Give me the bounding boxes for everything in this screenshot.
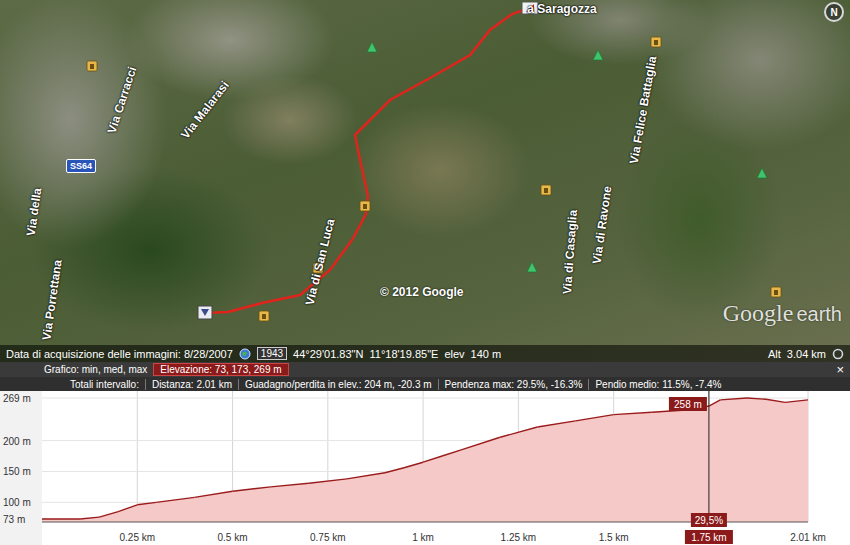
place-marker-icon[interactable]	[651, 37, 661, 47]
map-overlay	[0, 0, 850, 362]
longitude: 11°18'19.85"E	[369, 348, 438, 360]
chart-label: Grafico: min, med, max	[44, 364, 147, 375]
park-tree-icon[interactable]	[593, 50, 603, 60]
x-tick-label: 1.25 km	[501, 532, 537, 543]
elevation-segment[interactable]	[785, 400, 808, 402]
altitude-value: 3.04 km	[787, 348, 826, 360]
stat-value: Pendenza max: 29.5%, -16.3%	[438, 379, 589, 390]
elevation-segment[interactable]	[42, 518, 80, 519]
elevation-segment[interactable]	[404, 462, 423, 468]
elevation-summary[interactable]: Elevazione: 73, 173, 269 m	[153, 363, 288, 376]
marker-line[interactable]	[708, 391, 709, 522]
y-tick-label: 269 m	[3, 393, 31, 404]
x-tick-label: 2.01 km	[790, 532, 826, 543]
elevation-value: 140 m	[471, 348, 502, 360]
elevation-segment[interactable]	[614, 412, 652, 414]
elevation-area	[42, 398, 808, 522]
google-earth-logo: Googleearth	[723, 300, 842, 327]
compass[interactable]: N	[824, 2, 844, 22]
park-tree-icon[interactable]	[757, 168, 767, 178]
x-gridline	[708, 391, 709, 522]
profile-totals: Totali intervallo: Distanza: 2.01 kmGuada…	[0, 377, 850, 391]
elevation-profile-panel: Grafico: min, med, max Elevazione: 73, 17…	[0, 362, 850, 545]
elevation-segment[interactable]	[385, 468, 404, 473]
y-tick-label: 100 m	[3, 497, 31, 508]
svg-text:1.5 km: 1.5 km	[599, 532, 629, 543]
elevation-chart[interactable]: 269 m 200 m 150 m 100 m 73 m 258 m 29,5% 0.25 k…	[0, 391, 850, 545]
x-tick-label: 1.5 km	[599, 532, 629, 543]
svg-text:258 m: 258 m	[674, 399, 702, 410]
marker-slope-badge: 29,5%	[691, 513, 727, 527]
elevation-segment[interactable]	[156, 497, 194, 502]
elevation-segment[interactable]	[233, 487, 271, 491]
totals-label: Totali intervallo:	[70, 379, 139, 390]
elevation-segment[interactable]	[194, 491, 232, 497]
elevation-segment[interactable]	[271, 483, 309, 487]
profile-header: Grafico: min, med, max Elevazione: 73, 17…	[0, 362, 850, 377]
historical-imagery-year[interactable]: 1943	[257, 347, 287, 360]
elevation-segment[interactable]	[309, 479, 347, 483]
svg-text:1.25 km: 1.25 km	[501, 532, 537, 543]
place-marker-icon[interactable]	[541, 185, 551, 195]
park-tree-icon[interactable]	[367, 42, 377, 52]
place-marker-icon[interactable]	[87, 61, 97, 71]
x-tick-label: 1.75 km	[685, 530, 733, 544]
svg-text:2.01 km: 2.01 km	[790, 532, 826, 543]
latitude: 44°29'01.83"N	[293, 348, 363, 360]
svg-text:0.25 km: 0.25 km	[119, 532, 155, 543]
elevation-segment[interactable]	[576, 415, 614, 421]
place-marker-icon[interactable]	[259, 311, 269, 321]
svg-text:0.75 km: 0.75 km	[310, 532, 346, 543]
elevation-segment[interactable]	[118, 505, 137, 512]
stat-value: Guadagno/perdita in elev.: 204 m, -20.3 …	[238, 379, 438, 390]
stat-value: Pendio medio: 11.5%, -7.4%	[588, 379, 727, 390]
globe-icon[interactable]	[239, 348, 251, 360]
elevation-segment[interactable]	[347, 473, 385, 479]
svg-text:1 km: 1 km	[412, 532, 434, 543]
satellite-map[interactable]: Via dellaVia PorrettanaVia CarracciVia M…	[0, 0, 850, 362]
streaming-ring-icon	[832, 348, 844, 360]
elevation-segment[interactable]	[423, 456, 442, 462]
stat-value: Distanza: 2.01 km	[145, 379, 238, 390]
elevation-segment[interactable]	[442, 450, 461, 456]
place-marker-icon[interactable]	[360, 201, 370, 211]
copyright-label: © 2012 Google	[380, 285, 464, 299]
x-tick-label: 0.25 km	[119, 532, 155, 543]
svg-text:29,5%: 29,5%	[695, 515, 723, 526]
elevation-segment[interactable]	[720, 398, 747, 400]
svg-text:0.5 km: 0.5 km	[218, 532, 248, 543]
elevation-segment[interactable]	[99, 512, 118, 518]
svg-text:1.75 km: 1.75 km	[691, 532, 727, 543]
place-marker-icon[interactable]	[771, 287, 781, 297]
elevation-segment[interactable]	[537, 421, 575, 427]
street-label[interactable]: a Saragozza	[527, 2, 596, 16]
x-tick-label: 1 km	[412, 532, 434, 543]
y-tick-label: 200 m	[3, 436, 31, 447]
elevation-segment[interactable]	[766, 399, 785, 402]
google-earth-window: Via dellaVia PorrettanaVia CarracciVia M…	[0, 0, 850, 545]
x-tick-label: 0.5 km	[218, 532, 248, 543]
route-line[interactable]	[205, 8, 530, 313]
y-tick-label: 150 m	[3, 466, 31, 477]
elevation-segment[interactable]	[461, 438, 499, 450]
altitude-label: Alt	[768, 348, 781, 360]
close-button[interactable]: ×	[836, 363, 844, 376]
satellite-imagery	[0, 0, 850, 362]
elevation-segment[interactable]	[137, 502, 156, 504]
x-tick-label: 0.75 km	[310, 532, 346, 543]
marker-elevation-badge: 258 m	[669, 397, 707, 411]
elevation-label: elev	[444, 348, 464, 360]
elevation-segment[interactable]	[499, 427, 537, 437]
elevation-segment[interactable]	[747, 398, 766, 399]
elevation-segment[interactable]	[709, 400, 720, 406]
status-bar: Data di acquisizione delle immagini: 8/2…	[0, 345, 850, 362]
imagery-date: Data di acquisizione delle immagini: 8/2…	[6, 348, 233, 360]
y-tick-label: 73 m	[3, 514, 25, 525]
route-start-icon[interactable]	[198, 306, 212, 319]
elevation-segment[interactable]	[80, 517, 99, 519]
park-tree-icon[interactable]	[527, 262, 537, 272]
road-shield[interactable]: SS64	[66, 159, 96, 173]
